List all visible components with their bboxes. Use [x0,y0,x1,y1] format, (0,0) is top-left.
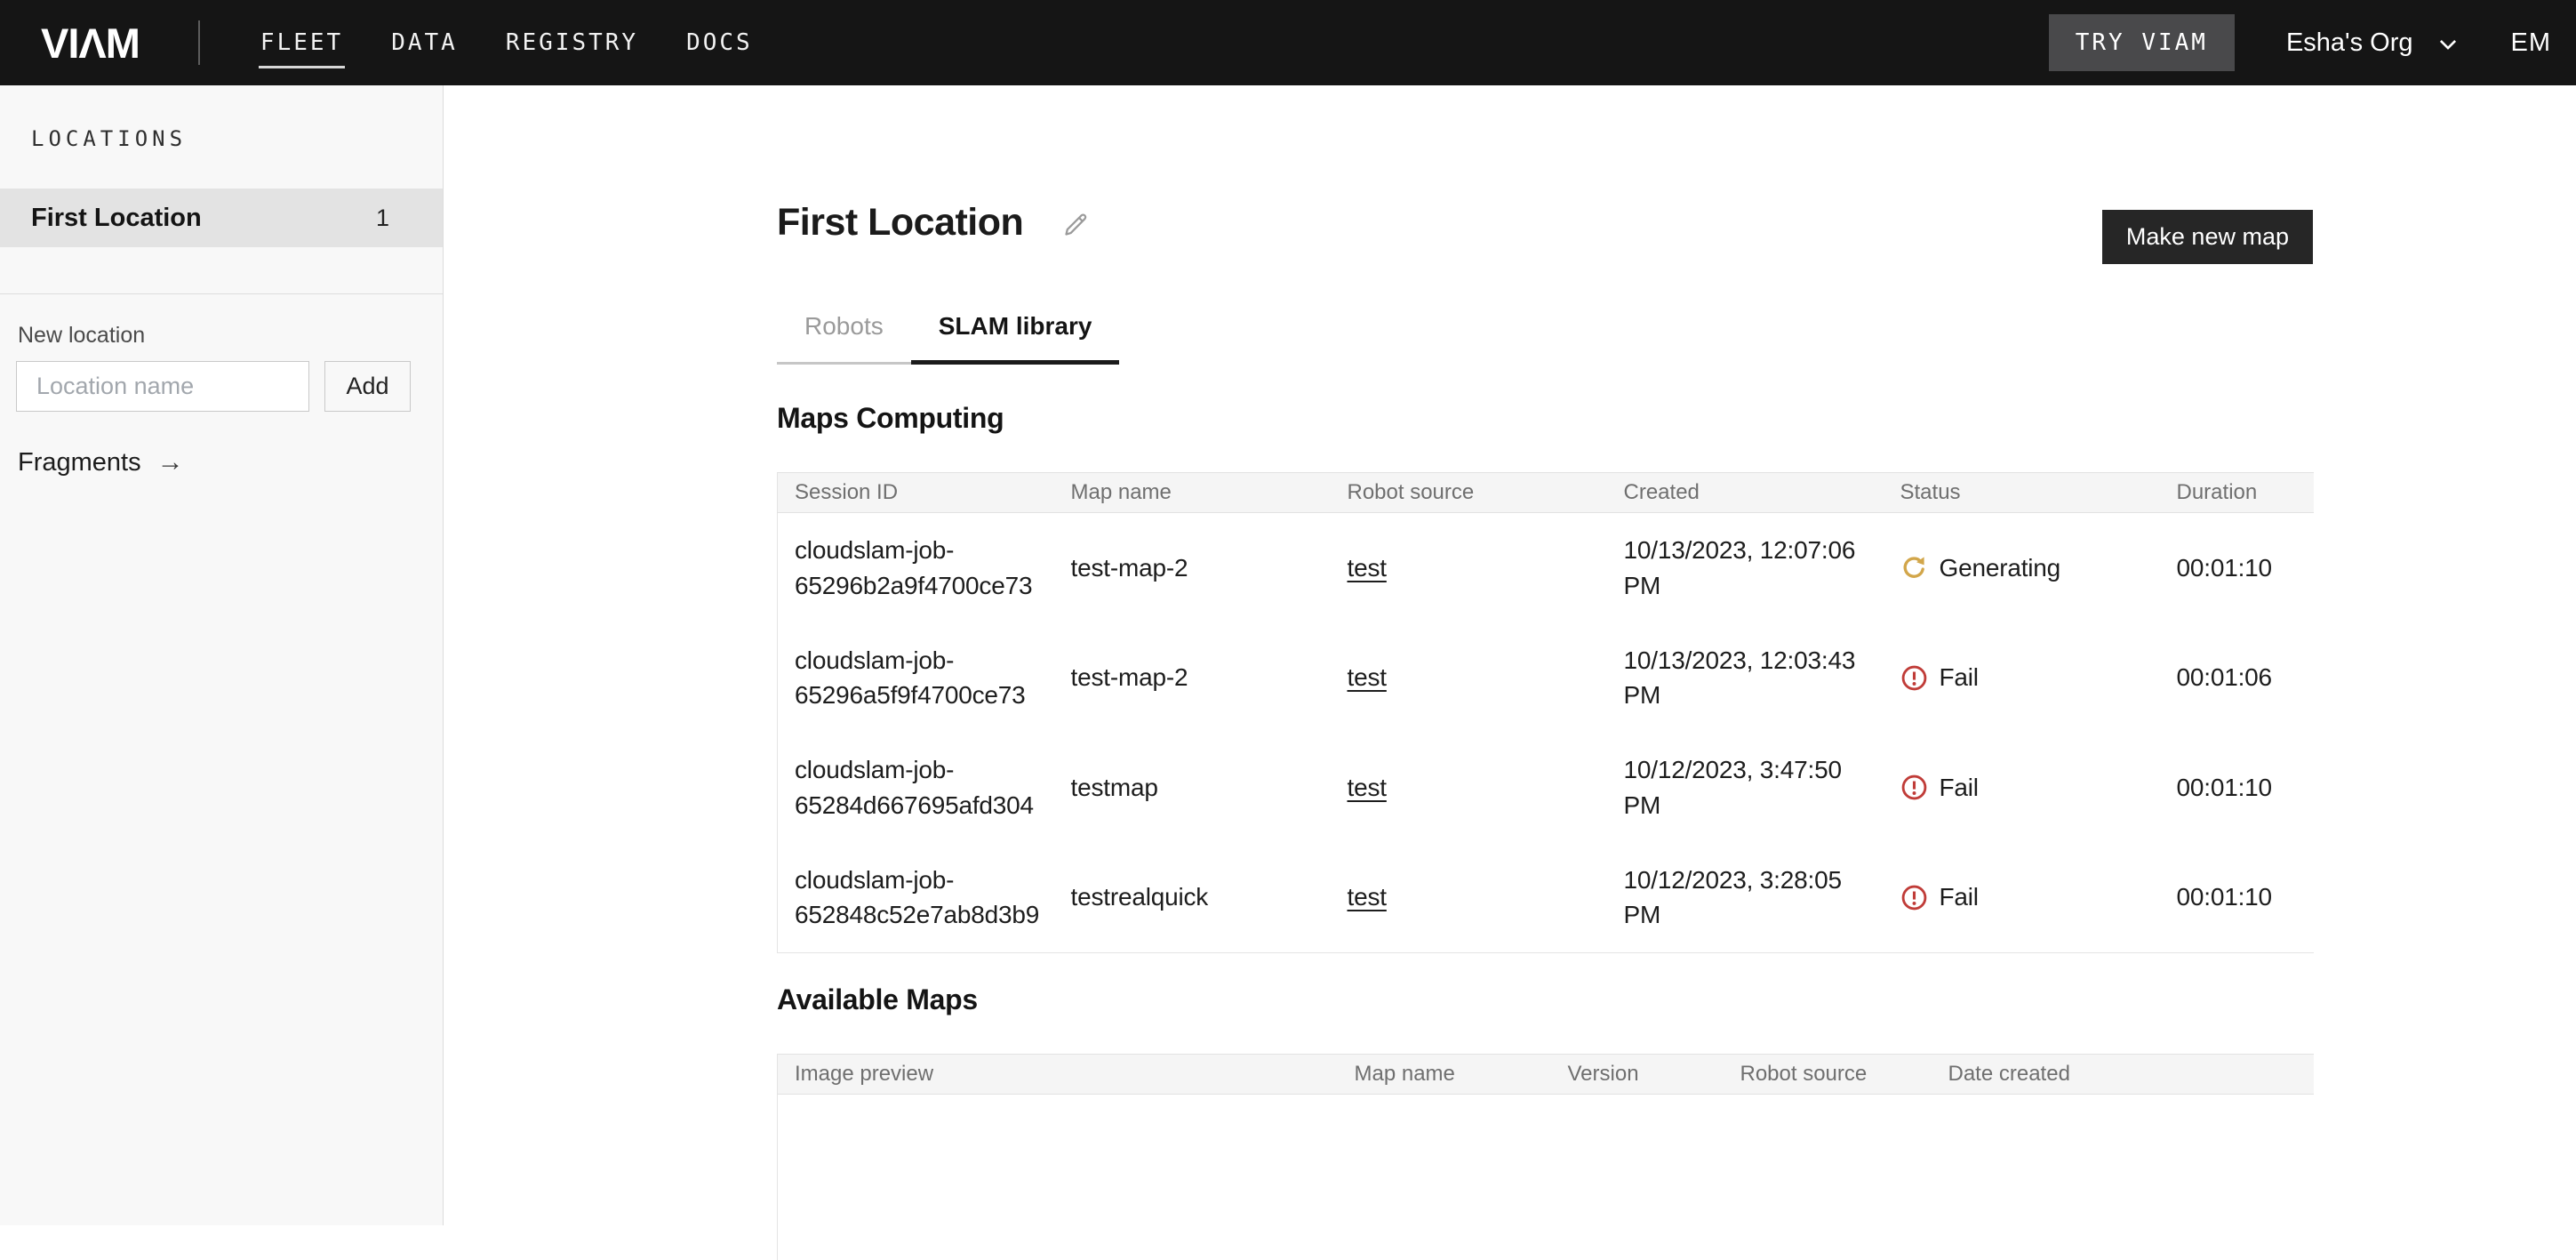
location-name: First Location [31,204,202,233]
try-viam-button[interactable]: TRY VIAM [2049,14,2235,71]
column-header-map-name: Map name [1054,473,1331,513]
new-location-label: New location [0,294,443,349]
robot-source-link[interactable]: test [1348,663,1387,691]
duration: 00:01:10 [2160,843,2314,953]
column-header-robot-source: Robot source [1331,473,1607,513]
status-badge: Fail [1900,879,2149,915]
table-header-row: Image preview Map name Version Robot sou… [778,1055,2314,1095]
location-count-badge: 1 [376,205,389,232]
new-location-form: Add [0,349,443,412]
map-name: testmap [1054,733,1331,843]
page-title: First Location [777,201,1023,245]
status-badge: Fail [1900,770,2149,806]
available-maps-empty-body [777,1095,2313,1260]
fragments-link[interactable]: Fragments → [0,412,184,478]
tab-bar: Robots SLAM library [777,312,2313,365]
session-id: cloudslam-job-65284d667695afd304 [795,752,1044,823]
created-timestamp: 10/12/2023, 3:47:50 PM [1607,733,1884,843]
main-content: First Location Make new map Robots SLAM … [444,85,2576,1225]
available-maps-table: Image preview Map name Version Robot sou… [777,1054,2314,1095]
sidebar: LOCATIONS First Location 1 New location … [0,85,444,1225]
fail-icon [1900,884,1928,911]
arrow-right-icon: → [157,447,184,478]
fragments-label: Fragments [18,448,141,478]
robot-source-link[interactable]: test [1348,883,1387,911]
status-badge: Generating [1900,550,2149,586]
column-header-duration: Duration [2160,473,2314,513]
make-new-map-button[interactable]: Make new map [2102,210,2313,264]
robot-source-link[interactable]: test [1348,774,1387,801]
nav-item-fleet[interactable]: FLEET [259,8,345,77]
avatar[interactable]: EM [2511,28,2556,58]
add-location-button[interactable]: Add [324,361,411,412]
table-row: cloudslam-job-65296b2a9f4700ce73 test-ma… [778,513,2314,623]
map-name: test-map-2 [1054,623,1331,734]
created-timestamp: 10/13/2023, 12:07:06 PM [1607,513,1884,623]
status-label: Fail [1940,770,1979,806]
chevron-down-icon [2436,33,2460,56]
edit-pencil-icon[interactable] [1060,210,1091,240]
table-row: cloudslam-job-652848c52e7ab8d3b9 testrea… [778,843,2314,953]
tab-slam-library[interactable]: SLAM library [911,312,1120,365]
generating-icon [1900,554,1928,582]
available-maps-heading: Available Maps [777,983,2313,1016]
fail-icon [1900,774,1928,801]
sidebar-item-first-location[interactable]: First Location 1 [0,189,443,247]
location-name-input[interactable] [16,361,309,412]
table-row: cloudslam-job-65284d667695afd304 testmap… [778,733,2314,843]
column-header-image-preview: Image preview [778,1055,1338,1095]
column-header-status: Status [1884,473,2160,513]
created-timestamp: 10/13/2023, 12:03:43 PM [1607,623,1884,734]
map-name: test-map-2 [1054,513,1331,623]
maps-computing-heading: Maps Computing [777,402,2313,435]
robot-source-link[interactable]: test [1348,554,1387,582]
nav-divider [198,20,200,65]
column-header-date-created: Date created [1932,1055,2314,1095]
session-id: cloudslam-job-652848c52e7ab8d3b9 [795,863,1044,934]
created-timestamp: 10/12/2023, 3:28:05 PM [1607,843,1884,953]
status-label: Fail [1940,879,1979,915]
session-id: cloudslam-job-65296a5f9f4700ce73 [795,643,1044,714]
primary-nav: FLEET DATA REGISTRY DOCS [259,8,755,77]
fail-icon [1900,664,1928,692]
table-header-row: Session ID Map name Robot source Created… [778,473,2314,513]
duration: 00:01:06 [2160,623,2314,734]
session-id: cloudslam-job-65296b2a9f4700ce73 [795,533,1044,604]
column-header-created: Created [1607,473,1884,513]
maps-computing-table: Session ID Map name Robot source Created… [777,472,2314,953]
org-name: Esha's Org [2286,28,2413,58]
status-label: Generating [1940,550,2061,586]
status-badge: Fail [1900,660,2149,695]
column-header-version: Version [1551,1055,1724,1095]
map-name: testrealquick [1054,843,1331,953]
duration: 00:01:10 [2160,733,2314,843]
table-row: cloudslam-job-65296a5f9f4700ce73 test-ma… [778,623,2314,734]
column-header-robot-source: Robot source [1724,1055,1932,1095]
nav-item-docs[interactable]: DOCS [684,8,755,77]
top-nav: VIΛM FLEET DATA REGISTRY DOCS TRY VIAM E… [0,0,2576,85]
tab-robots[interactable]: Robots [777,312,911,365]
status-label: Fail [1940,660,1979,695]
locations-heading: LOCATIONS [0,85,443,151]
duration: 00:01:10 [2160,513,2314,623]
column-header-map-name: Map name [1338,1055,1551,1095]
column-header-session-id: Session ID [778,473,1054,513]
org-switcher[interactable]: Esha's Org [2286,28,2460,58]
viam-logo[interactable]: VIΛM [41,22,140,64]
nav-item-registry[interactable]: REGISTRY [504,8,640,77]
nav-item-data[interactable]: DATA [389,8,460,77]
